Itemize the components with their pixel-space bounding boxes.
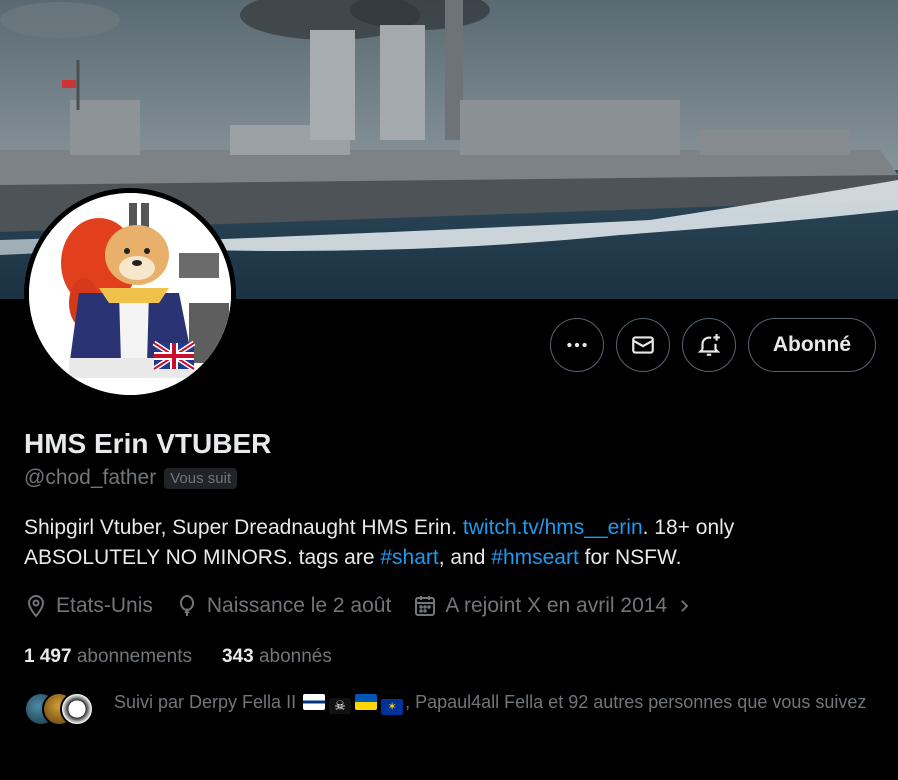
- profile-actions: Abonné: [549, 318, 876, 372]
- followed-by[interactable]: Suivi par Derpy Fella II ☠ ✶, Papaul4all …: [24, 690, 874, 726]
- location-text: Etats-Unis: [56, 594, 153, 617]
- avatar: [60, 692, 94, 726]
- following-button[interactable]: Abonné: [747, 318, 876, 372]
- bio-hashtag[interactable]: #shart: [380, 546, 438, 569]
- eu-flag-icon: ✶: [381, 699, 404, 715]
- finland-flag-icon: [303, 694, 326, 710]
- display-name: HMS Erin VTUBER: [24, 428, 272, 459]
- bio-hashtag[interactable]: #hmseart: [491, 546, 579, 569]
- pirate-flag-icon: ☠: [329, 698, 352, 714]
- bio-text: Shipgirl Vtuber, Super Dreadnaught HMS E…: [24, 516, 463, 539]
- following-label: abonnements: [76, 646, 192, 667]
- followers-label: abonnés: [258, 646, 332, 667]
- joined-item[interactable]: A rejoint X en avril 2014: [413, 594, 693, 618]
- followed-by-prefix: Suivi par Derpy Fella II: [114, 692, 297, 712]
- follows-you-badge: Vous suit: [164, 467, 238, 489]
- followed-by-suffix: , Papaul4all Fella et 92 autres personne…: [405, 692, 867, 712]
- balloon-icon: [179, 595, 194, 616]
- bio-link[interactable]: twitch.tv/hms__erin: [463, 516, 643, 539]
- birthday-text: Naissance le 2 août: [206, 594, 392, 617]
- following-link[interactable]: 1 497 abonnements: [24, 646, 192, 668]
- birthday-item: Naissance le 2 août: [175, 594, 391, 618]
- location-pin-icon: [27, 595, 45, 618]
- more-icon: [567, 342, 587, 348]
- bio-text: , and: [438, 546, 492, 569]
- follower-avatars: [24, 692, 96, 726]
- more-button[interactable]: [549, 318, 604, 372]
- chevron-right-icon: [681, 600, 689, 612]
- bio-text: for NSFW.: [578, 546, 682, 569]
- location-item: Etats-Unis: [24, 594, 153, 618]
- followers-link[interactable]: 343 abonnés: [222, 646, 332, 668]
- envelope-icon: [632, 336, 654, 354]
- profile-avatar[interactable]: [24, 188, 236, 400]
- avatar-image: [29, 193, 231, 395]
- profile-stats: 1 497 abonnements 343 abonnés: [24, 646, 332, 668]
- calendar-icon: [415, 596, 436, 616]
- followers-count: 343: [221, 646, 254, 667]
- followed-by-text: Suivi par Derpy Fella II ☠ ✶, Papaul4all …: [114, 690, 866, 715]
- handle-row: @chod_father Vous suit: [24, 466, 238, 490]
- bell-plus-icon: [697, 334, 721, 356]
- profile-meta: Etats-Unis Naissance le 2 août A rejoint…: [24, 594, 693, 618]
- notifications-button[interactable]: [681, 318, 736, 372]
- message-button[interactable]: [615, 318, 670, 372]
- profile-bio: Shipgirl Vtuber, Super Dreadnaught HMS E…: [24, 513, 874, 573]
- joined-text: A rejoint X en avril 2014: [445, 594, 668, 617]
- following-count: 1 497: [24, 646, 72, 667]
- user-handle: @chod_father: [24, 466, 157, 489]
- ukraine-flag-icon: [355, 694, 378, 710]
